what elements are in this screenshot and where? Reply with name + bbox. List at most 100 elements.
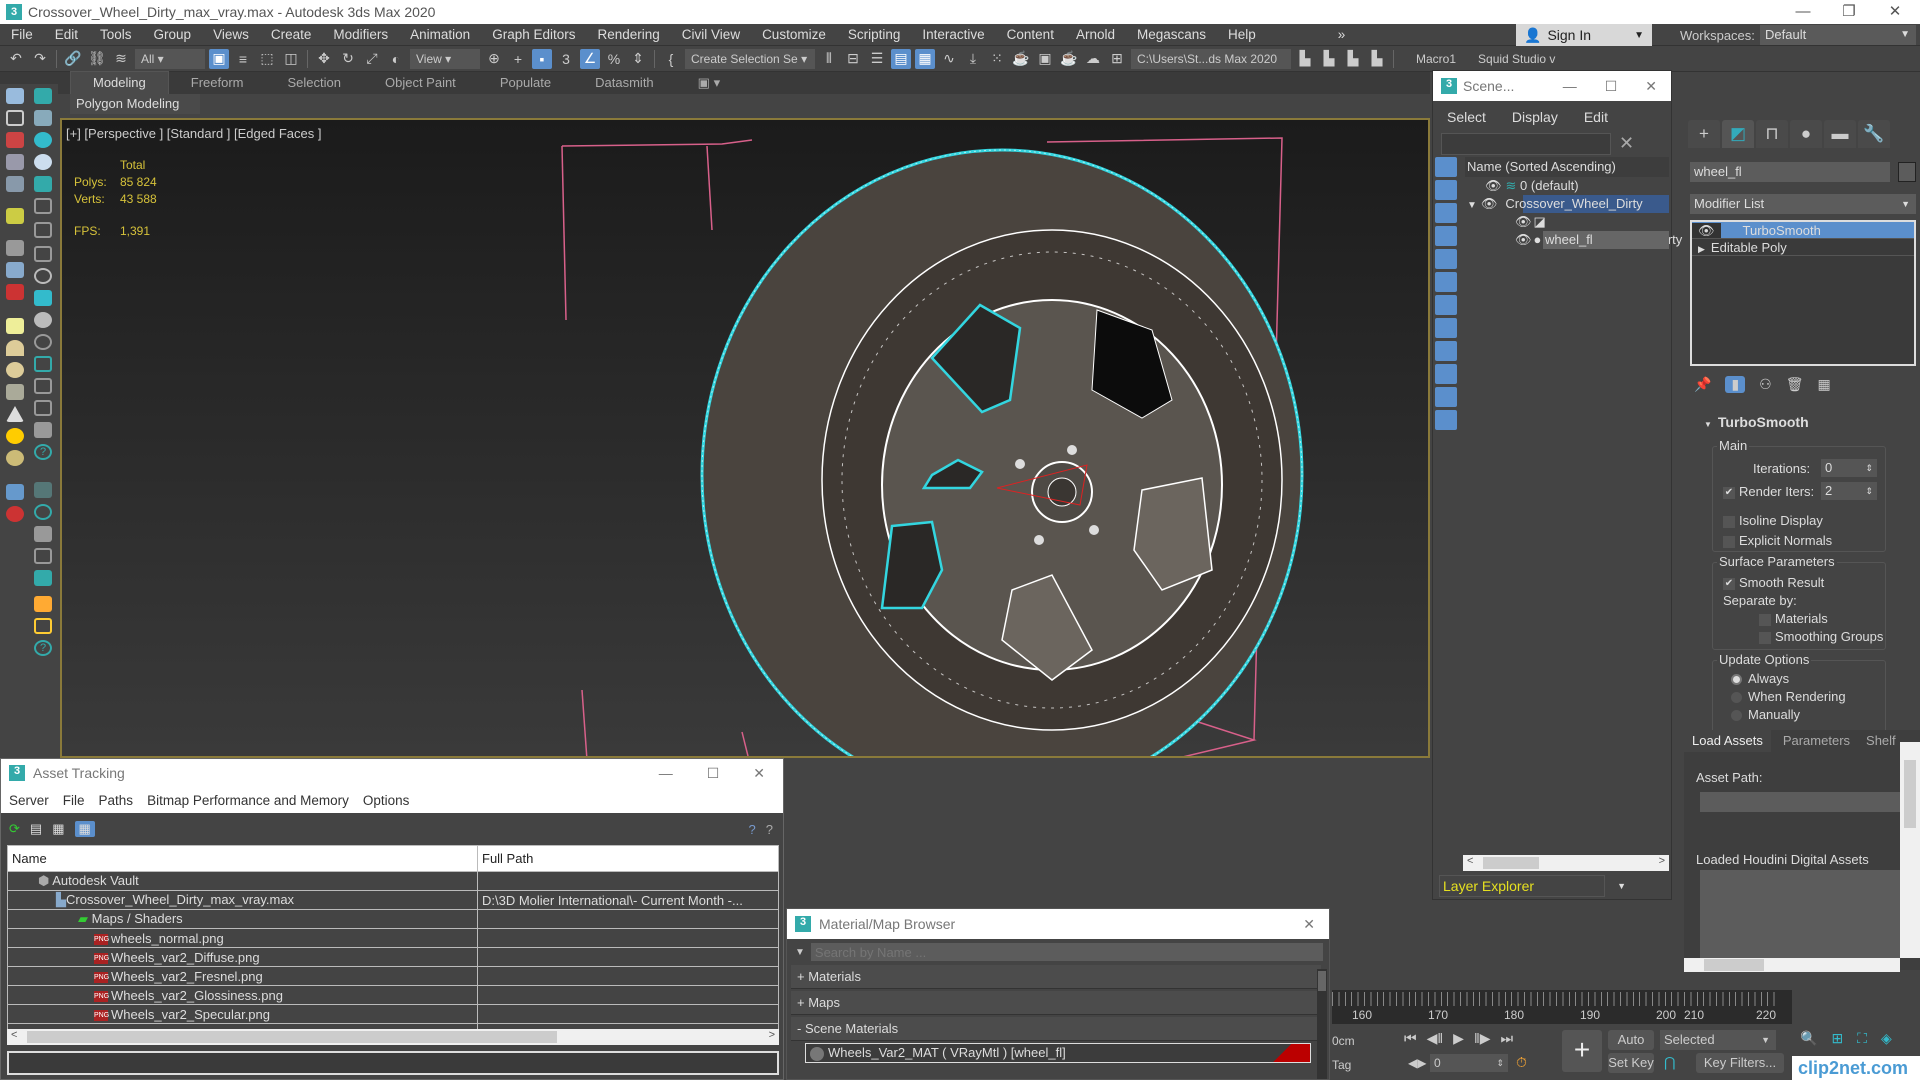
camera-target-icon[interactable] bbox=[34, 110, 52, 126]
scene-search-input[interactable] bbox=[1441, 133, 1611, 155]
help-icon[interactable]: ? bbox=[749, 822, 756, 837]
menu-animation[interactable]: Animation bbox=[399, 24, 481, 46]
horizontal-scrollbar[interactable] bbox=[1684, 958, 1900, 972]
time-ruler[interactable]: 160 170 180 190 200 bbox=[1332, 990, 1684, 1024]
snap-icon[interactable] bbox=[34, 482, 52, 498]
ribbon-tab-modeling[interactable]: Modeling bbox=[70, 71, 169, 95]
render-iters-checkbox[interactable]: ✔ Render Iters: bbox=[1723, 484, 1814, 499]
percent-snap-icon[interactable]: % bbox=[604, 49, 624, 69]
isoline-display-checkbox[interactable]: Isoline Display bbox=[1723, 513, 1823, 528]
tab-shelf[interactable]: Shelf bbox=[1862, 730, 1900, 752]
perspective-viewport[interactable] bbox=[60, 118, 1430, 758]
scroll-left-icon[interactable]: < bbox=[11, 1029, 17, 1041]
motion-tab-icon[interactable]: ● bbox=[1790, 120, 1822, 148]
undo-icon[interactable]: ↶ bbox=[6, 49, 26, 69]
expand-icon[interactable]: ▼ bbox=[1467, 200, 1477, 211]
table-row[interactable]: PNG Wheels_var2_Glossiness.png bbox=[7, 985, 779, 1005]
menu-modifiers[interactable]: Modifiers bbox=[322, 24, 399, 46]
sun-icon[interactable] bbox=[34, 154, 52, 170]
key-filters-button[interactable]: Key Filters... bbox=[1696, 1053, 1784, 1073]
auto-key-button[interactable]: Auto Key bbox=[1608, 1030, 1654, 1067]
asset-tracking-titlebar[interactable]: 3 Asset Tracking — ☐ ✕ bbox=[1, 759, 783, 787]
camera-icon[interactable] bbox=[34, 88, 52, 104]
filter-bones-icon[interactable] bbox=[1435, 341, 1457, 361]
material-editor-icon[interactable]: ⁙ bbox=[987, 49, 1007, 69]
menu-graph-editors[interactable]: Graph Editors bbox=[481, 24, 586, 46]
table-row[interactable]: PNG Wheels_var2_Fresnel.png bbox=[7, 966, 779, 986]
maximize-button[interactable]: ☐ bbox=[707, 765, 720, 782]
create-project-icon[interactable]: ▙ bbox=[1343, 49, 1363, 69]
category-scene-materials[interactable]: - Scene Materials bbox=[791, 1017, 1321, 1041]
move-icon[interactable]: ✥ bbox=[314, 49, 334, 69]
camera-sequencer-icon[interactable] bbox=[6, 240, 24, 256]
filter-shapes-icon[interactable] bbox=[1435, 180, 1457, 200]
scene-row-layer-default[interactable]: 👁 ≋ 0 (default) bbox=[1485, 177, 1669, 195]
close-button[interactable]: ✕ bbox=[1872, 0, 1918, 24]
expand-icon[interactable]: ▶ bbox=[1698, 244, 1705, 254]
loaded-assets-list[interactable] bbox=[1700, 870, 1900, 958]
project-folder-icon[interactable]: ▙ bbox=[1295, 49, 1315, 69]
table-view-icon[interactable]: ▦ bbox=[74, 821, 95, 837]
menu-tools[interactable]: Tools bbox=[89, 24, 143, 46]
material-search-input[interactable] bbox=[810, 943, 1323, 961]
zoom-extents-all-icon[interactable]: ◈ bbox=[1881, 1030, 1892, 1047]
filter-groups-icon[interactable] bbox=[1435, 295, 1457, 315]
eye-icon[interactable]: 👁 bbox=[1481, 196, 1498, 211]
scrollbar-thumb[interactable] bbox=[1904, 760, 1916, 828]
modify-tab-icon[interactable]: ◩ bbox=[1722, 120, 1754, 148]
go-to-start-icon[interactable]: ⏮ bbox=[1404, 1030, 1417, 1047]
tab-load-assets[interactable]: Load Assets bbox=[1684, 730, 1771, 752]
rendered-frame-icon[interactable]: ▣ bbox=[1035, 49, 1055, 69]
table-row[interactable]: ▙Crossover_Wheel_Dirty_max_vray.max D:\3D… bbox=[7, 890, 779, 910]
scrollbar-thumb[interactable] bbox=[1483, 857, 1539, 869]
menu-rendering[interactable]: Rendering bbox=[587, 24, 671, 46]
scroll-left-icon[interactable]: < bbox=[1467, 855, 1473, 867]
smooth-result-checkbox[interactable]: ✔ Smooth Result bbox=[1723, 575, 1824, 590]
display-tab-icon[interactable]: ▬ bbox=[1824, 120, 1856, 148]
asset-menu-server[interactable]: Server bbox=[9, 793, 49, 808]
category-materials[interactable]: + Materials bbox=[791, 965, 1321, 989]
asset-menu-bitmap[interactable]: Bitmap Performance and Memory bbox=[147, 793, 349, 808]
ribbon-tab-object-paint[interactable]: Object Paint bbox=[363, 72, 478, 94]
eye-icon[interactable]: 👁 bbox=[1485, 178, 1502, 193]
go-to-end-icon[interactable]: ⏭ bbox=[1501, 1030, 1514, 1047]
scrollbar-thumb[interactable] bbox=[1704, 959, 1764, 971]
cone-light-icon[interactable] bbox=[6, 406, 24, 422]
help-icon[interactable]: ? bbox=[34, 640, 52, 656]
category-maps[interactable]: + Maps bbox=[791, 991, 1321, 1015]
target-icon[interactable] bbox=[34, 504, 52, 520]
eye-icon[interactable]: 👁 bbox=[1515, 232, 1532, 247]
menu-edit[interactable]: Edit bbox=[44, 24, 89, 46]
time-ruler-right[interactable]: 210 220 bbox=[1684, 990, 1792, 1024]
material-vertical-scrollbar[interactable] bbox=[1317, 969, 1327, 1079]
eye-icon[interactable]: 👁 bbox=[1692, 223, 1721, 238]
sphere-light-icon[interactable] bbox=[6, 450, 24, 466]
next-frame-icon[interactable]: ‖▶ bbox=[1474, 1030, 1491, 1047]
layers-icon[interactable] bbox=[34, 222, 52, 238]
update-manually-radio[interactable]: Manually bbox=[1731, 707, 1800, 722]
context-help-icon[interactable]: ? bbox=[766, 822, 773, 837]
hierarchy-tab-icon[interactable]: ⊓ bbox=[1756, 120, 1788, 148]
teapot-light-icon[interactable] bbox=[6, 384, 24, 400]
menu-civil-view[interactable]: Civil View bbox=[671, 24, 751, 46]
scene-menu-edit[interactable]: Edit bbox=[1584, 109, 1608, 125]
redo-icon[interactable]: ↷ bbox=[30, 49, 50, 69]
column-full-path[interactable]: Full Path bbox=[477, 845, 779, 872]
refresh-icon[interactable]: ⟳ bbox=[9, 821, 20, 837]
table-row[interactable]: PNG Wheels_var2_Diffuse.png bbox=[7, 947, 779, 967]
eye-icon[interactable]: 👁 bbox=[1515, 214, 1532, 229]
key-mode-select[interactable]: Selected ▼ bbox=[1660, 1030, 1776, 1050]
tree-icon[interactable] bbox=[34, 176, 52, 192]
light-lister-icon[interactable] bbox=[6, 208, 24, 224]
ribbon-toggle-icon[interactable]: ▦ bbox=[915, 48, 935, 69]
asset-menu-options[interactable]: Options bbox=[363, 793, 410, 808]
menu-customize[interactable]: Customize bbox=[751, 24, 837, 46]
plane-light-icon[interactable] bbox=[6, 318, 24, 334]
stack-item-turbosmooth[interactable]: 👁 TurboSmooth bbox=[1692, 222, 1914, 239]
grid-icon[interactable] bbox=[6, 484, 24, 500]
material-browser-titlebar[interactable]: 3 Material/Map Browser ✕ bbox=[787, 909, 1329, 939]
filter-geometry-icon[interactable] bbox=[1435, 157, 1457, 177]
keyboard-shortcut-icon[interactable]: ▪ bbox=[532, 48, 552, 69]
filter-frozen-icon[interactable] bbox=[1435, 387, 1457, 407]
update-when-rendering-radio[interactable]: When Rendering bbox=[1731, 689, 1846, 704]
